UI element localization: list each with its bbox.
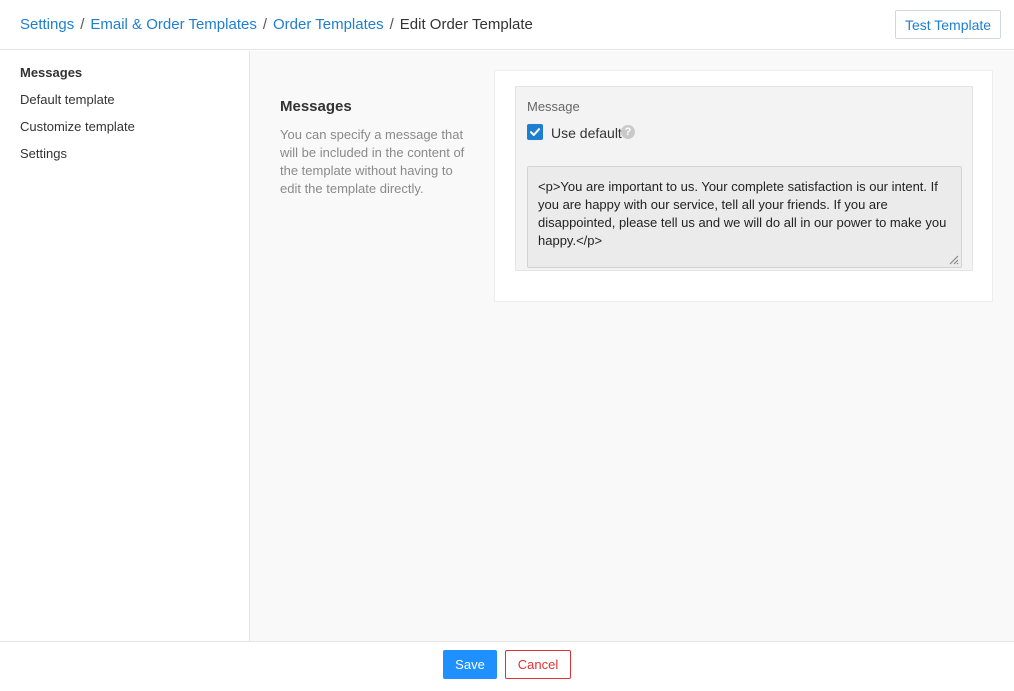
breadcrumb: Settings / Email & Order Templates / Order T… xyxy=(20,16,533,34)
breadcrumb-separator: / xyxy=(389,16,394,33)
breadcrumb-separator: / xyxy=(262,16,267,33)
cancel-button[interactable]: Cancel xyxy=(505,650,571,679)
footer-bar: Save Cancel xyxy=(0,641,1014,691)
checkmark-icon xyxy=(530,128,540,136)
test-template-button[interactable]: Test Template xyxy=(895,10,1001,39)
resize-handle-icon[interactable] xyxy=(947,253,959,265)
use-default-label[interactable]: Use default xyxy=(551,125,622,141)
section-description: You can specify a message that will be i… xyxy=(280,127,465,196)
message-field-group: Message Use default ? <p>You are importa… xyxy=(515,86,973,271)
breadcrumb-email-order-templates-link[interactable]: Email & Order Templates xyxy=(90,16,256,33)
breadcrumb-separator: / xyxy=(80,16,85,33)
sidebar-item-customize-template[interactable]: Customize template xyxy=(0,120,249,147)
message-textarea-value: <p>You are important to us. Your complet… xyxy=(538,179,947,248)
sidebar-item-messages[interactable]: Messages xyxy=(0,66,249,93)
breadcrumb-order-templates-link[interactable]: Order Templates xyxy=(273,16,384,33)
section-title: Messages xyxy=(280,98,352,115)
message-label: Message xyxy=(527,99,580,114)
save-button[interactable]: Save xyxy=(443,650,497,679)
message-card: Message Use default ? <p>You are importa… xyxy=(494,70,993,302)
sidebar-item-default-template[interactable]: Default template xyxy=(0,93,249,120)
question-circle-icon[interactable]: ? xyxy=(621,125,635,139)
breadcrumb-settings-link[interactable]: Settings xyxy=(20,16,74,33)
main-content: Messages You can specify a message that … xyxy=(250,51,1014,641)
breadcrumb-current: Edit Order Template xyxy=(399,16,533,33)
message-textarea[interactable]: <p>You are important to us. Your complet… xyxy=(527,166,962,268)
sidebar-item-settings[interactable]: Settings xyxy=(0,147,249,174)
top-header: Settings / Email & Order Templates / Order T… xyxy=(0,0,1014,50)
use-default-checkbox[interactable] xyxy=(527,124,543,140)
sidebar: Messages Default template Customize temp… xyxy=(0,51,250,641)
